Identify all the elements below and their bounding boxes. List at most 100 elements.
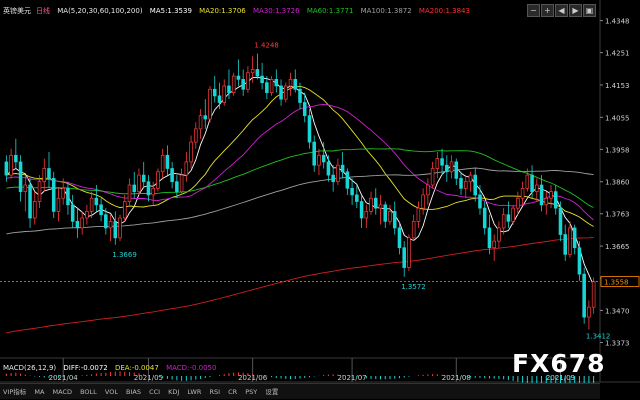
- candle-body: [146, 181, 151, 196]
- toolbar-item-psy[interactable]: PSY: [245, 388, 257, 396]
- y-tick-label: 1.4153: [605, 82, 630, 90]
- toolbar-item-cci[interactable]: CCI: [149, 388, 160, 396]
- candle-body: [94, 197, 99, 206]
- candle-body: [487, 227, 492, 249]
- candle-body: [402, 247, 406, 268]
- candle-body: [468, 174, 473, 183]
- toolbar-item-vol[interactable]: VOL: [105, 388, 118, 396]
- toolbar-item-ma[interactable]: MA: [34, 388, 44, 396]
- ma100-line: [6, 167, 594, 235]
- candle-body: [4, 161, 9, 176]
- ma30-line: [6, 104, 594, 221]
- candle-body: [28, 184, 32, 219]
- extreme-price-label: 1.3572: [401, 283, 426, 291]
- candle-body: [265, 82, 269, 93]
- macd-dea: DEA:-0.0047: [114, 364, 159, 372]
- candle-body: [217, 95, 222, 103]
- toolbar-item-bias[interactable]: BIAS: [126, 388, 141, 396]
- candle-body: [378, 204, 383, 209]
- watermark-logo: FX678: [512, 349, 606, 378]
- y-tick-label: 1.3958: [605, 146, 630, 154]
- toolbar-item-cr[interactable]: CR: [228, 388, 237, 396]
- zoom-in-button[interactable]: +: [541, 4, 554, 17]
- candle-body: [568, 227, 572, 255]
- candle-body: [89, 197, 94, 212]
- fullscreen-button[interactable]: ▣: [583, 4, 596, 17]
- candle-body: [18, 161, 23, 192]
- candle-body: [572, 227, 577, 249]
- candle-body: [227, 85, 231, 93]
- candle-body: [23, 184, 28, 192]
- toolbar-item-rsi[interactable]: RSI: [209, 388, 220, 396]
- candle-body: [359, 201, 364, 219]
- candle-body: [321, 154, 326, 163]
- toolbar-item-kdj[interactable]: KDJ: [168, 388, 179, 396]
- candle-body: [549, 191, 553, 199]
- candle-body: [307, 115, 312, 143]
- toolbar-item-lwr[interactable]: LWR: [187, 388, 201, 396]
- y-tick-label: 1.3470: [605, 307, 630, 315]
- candle-body: [141, 174, 146, 183]
- candle-body: [274, 79, 279, 87]
- ma60-value: MA60:1.3771: [306, 7, 354, 15]
- price-chart[interactable]: 1.4348 1.4251 1.4153 1.4055 1.3958 1.3860 1.37…: [0, 0, 640, 400]
- candle-body: [156, 171, 160, 189]
- candle-body: [151, 187, 155, 196]
- candle-body: [302, 102, 307, 117]
- candle-body: [582, 273, 586, 318]
- zoom-out-button[interactable]: −: [527, 4, 540, 17]
- macd-title: MACD(26,12,9): [3, 364, 57, 372]
- ma5-value: MA5:1.3539: [149, 7, 192, 15]
- candle-body: [388, 211, 392, 222]
- macd-diff: DIFF:-0.0072: [63, 364, 108, 372]
- candle-body: [331, 174, 335, 183]
- toolbar-item-vip[interactable]: VIP指标: [3, 388, 26, 396]
- ma100-value: MA100:1.3872: [360, 7, 412, 15]
- candle-body: [184, 161, 189, 176]
- candle-body: [340, 164, 345, 173]
- candle-body: [374, 197, 378, 209]
- candle-body: [435, 158, 440, 169]
- scroll-left-button[interactable]: ◀: [555, 4, 568, 17]
- candle-body: [9, 154, 13, 176]
- candle-body: [497, 227, 501, 242]
- ma200-value: MA200:1.3843: [418, 7, 470, 15]
- ma200-line: [6, 237, 594, 334]
- timeframe-label[interactable]: 日线: [36, 7, 50, 15]
- candle-body: [212, 88, 217, 97]
- candle-body: [175, 181, 179, 192]
- candle-body: [231, 75, 236, 93]
- candle-body: [535, 184, 539, 192]
- candle-body: [51, 178, 56, 212]
- candle-body: [37, 181, 42, 202]
- candle-body: [203, 115, 208, 120]
- candle-body: [539, 184, 544, 206]
- y-tick-label: 1.4251: [605, 50, 630, 58]
- candle-body: [70, 204, 75, 222]
- candle-body: [250, 69, 255, 74]
- candle-body: [85, 211, 89, 219]
- extreme-price-label: 1.3669: [112, 251, 136, 259]
- toolbar-item-macd[interactable]: MACD: [53, 388, 72, 396]
- macd-value: MACD:-0.0050: [166, 364, 217, 372]
- candle-body: [198, 115, 203, 130]
- candle-body: [113, 220, 118, 239]
- ma-title: MA(5,20,30,60,100,200): [57, 7, 143, 15]
- toolbar-item-settings[interactable]: 设置: [265, 388, 278, 396]
- candle-body: [454, 161, 459, 179]
- candle-body: [411, 220, 416, 239]
- candle-body: [33, 201, 37, 219]
- candle-body: [397, 227, 402, 249]
- candle-body: [516, 197, 520, 209]
- extreme-price-label: 1.4248: [254, 42, 279, 50]
- candle-body: [194, 128, 198, 143]
- scroll-right-button[interactable]: ▶: [569, 4, 582, 17]
- toolbar-item-boll[interactable]: BOLL: [80, 388, 97, 396]
- x-tick-label: 2021/07: [338, 374, 367, 382]
- x-tick-label: 2021/08: [442, 374, 471, 382]
- candle-body: [473, 174, 478, 196]
- candle-body: [350, 187, 354, 196]
- candle-body: [293, 79, 298, 90]
- macd-header: MACD(26,12,9) DIFF:-0.0072 DEA:-0.0047 M…: [3, 364, 221, 372]
- candle-body: [42, 168, 47, 183]
